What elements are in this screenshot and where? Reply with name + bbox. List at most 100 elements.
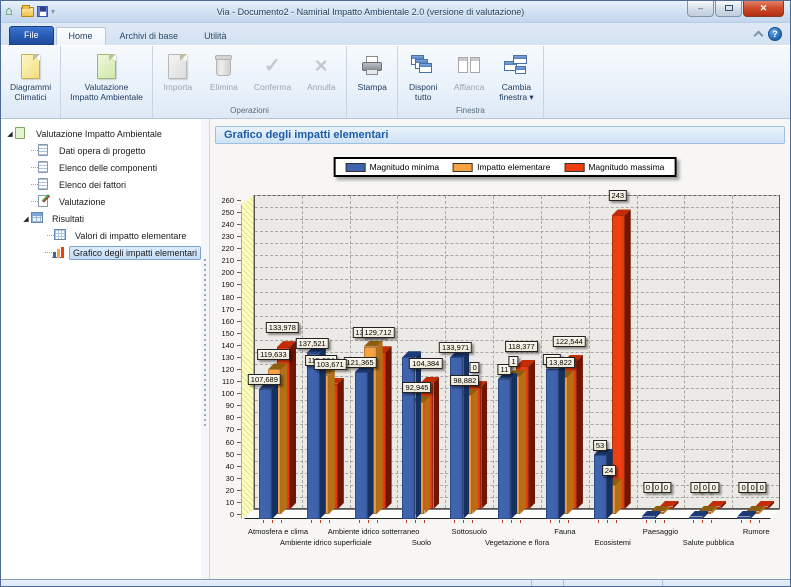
y-axis-tick — [237, 272, 241, 273]
y-axis-tick — [237, 309, 241, 310]
button-label: Disponi tutto — [409, 82, 437, 102]
sidebar-item-risultati[interactable]: ◢Risultati — [1, 210, 201, 227]
chevron-up-icon[interactable] — [754, 31, 764, 41]
y-axis-tick — [237, 442, 241, 443]
bar-side-face — [529, 360, 535, 509]
tree-item-label: Grafico degli impatti elementari — [69, 246, 201, 260]
x-axis-tick — [359, 520, 360, 523]
maximize-button[interactable] — [715, 0, 742, 17]
gridline — [255, 352, 779, 353]
y-axis-label: 50 — [212, 450, 234, 459]
bar-value-label: 122,544 — [553, 336, 586, 347]
bar-side-face — [290, 341, 296, 509]
x-axis-label-suolo: Suolo — [412, 538, 431, 547]
sidebar-item-valutazione[interactable]: Valutazione — [1, 193, 201, 210]
y-axis-label: 10 — [212, 498, 234, 507]
x-axis-tick — [568, 520, 569, 523]
bar-magnitudo-minima — [737, 517, 750, 520]
bar-side-face — [577, 355, 583, 509]
bar-value-label: 0 — [661, 482, 671, 493]
tree-doc — [38, 144, 48, 156]
tree-doc-green — [15, 127, 25, 139]
disponi-tutto-button[interactable]: Disponi tutto — [401, 49, 445, 103]
y-axis-label: 90 — [212, 401, 234, 410]
main-area: ◢Valutazione Impatto AmbientaleDati oper… — [1, 119, 790, 579]
document-icon — [38, 161, 51, 174]
sidebar-item-valori-di-impatto-elementare[interactable]: Valori di impatto elementare — [1, 227, 201, 244]
valutazione-impatto-ambientale-button[interactable]: Valutazione Impatto Ambientale — [64, 49, 149, 103]
document-green-glyph — [97, 54, 116, 79]
y-axis-tick — [237, 405, 241, 406]
window-title: Via - Documento2 - Namirial Impatto Ambi… — [55, 7, 686, 17]
tile-windows-glyph — [457, 55, 481, 77]
tree-item-label: Risultati — [48, 212, 88, 226]
sidebar-item-dati-opera-di-progetto[interactable]: Dati opera di progetto — [1, 142, 201, 159]
y-axis-label: 60 — [212, 438, 234, 447]
printer-icon — [361, 52, 383, 80]
panel-splitter[interactable] — [201, 119, 209, 579]
minimize-button[interactable]: – — [687, 0, 714, 17]
legend-label: Impatto elementare — [477, 162, 550, 172]
bar-magnitudo-minima — [498, 379, 511, 519]
y-axis-tick — [237, 248, 241, 249]
y-axis-label: 200 — [212, 268, 234, 277]
sidebar-item-elenco-delle-componenti[interactable]: Elenco delle componenti — [1, 159, 201, 176]
save-icon[interactable] — [37, 6, 48, 17]
status-client: Codice cliente: ...... — [563, 580, 662, 587]
bar-magnitudo-minima — [355, 372, 368, 519]
bar-magnitudo-minima — [259, 389, 272, 519]
sidebar-item-valutazione-impatto-ambientale[interactable]: ◢Valutazione Impatto Ambientale — [1, 125, 201, 142]
printer-glyph — [361, 56, 383, 76]
chart-legend: Magnitudo minima Impatto elementare Magnit… — [334, 157, 677, 177]
affianca-button: Affianca — [447, 49, 491, 93]
sidebar-item-grafico-degli-impatti-elementari[interactable]: Grafico degli impatti elementari — [1, 244, 201, 261]
tree-item-label: Valutazione — [55, 195, 109, 209]
close-button[interactable]: ✕ — [743, 0, 784, 17]
bar-side-face — [338, 378, 344, 509]
tree-bar-chart — [52, 246, 64, 258]
status-save — [531, 580, 563, 587]
bar-side-face — [320, 347, 326, 519]
ribbon: Diagrammi ClimaticiValutazione Impatto A… — [1, 45, 790, 119]
home-icon[interactable]: ⌂ — [5, 6, 18, 17]
tree-guide-line — [31, 150, 38, 151]
gridline — [589, 196, 590, 508]
bar-value-label: 118,377 — [505, 341, 538, 352]
tab-utilit[interactable]: Utilità — [192, 28, 239, 45]
cambia-finestra-button[interactable]: Cambia finestra ▾ — [493, 49, 540, 103]
trash-icon — [216, 52, 231, 80]
annulla-button: ×Annulla — [299, 49, 343, 93]
open-folder-icon[interactable] — [21, 7, 34, 17]
legend-label: Magnitudo massima — [588, 162, 664, 172]
tab-archivi-di-base[interactable]: Archivi di base — [108, 28, 191, 45]
sidebar-item-elenco-dei-fattori[interactable]: Elenco dei fattori — [1, 176, 201, 193]
x-axis-tick — [607, 520, 608, 523]
help-icon[interactable]: ? — [768, 27, 782, 41]
x-axis-tick — [263, 520, 264, 523]
bar-value-label: 107,689 — [248, 374, 281, 385]
y-axis-tick — [237, 260, 241, 261]
grid-icon — [54, 229, 67, 242]
ribbon-group-finestra: Disponi tuttoAffiancaCambia finestra ▾Fi… — [398, 46, 544, 118]
y-axis-label: 230 — [212, 232, 234, 241]
legend-label: Magnitudo minima — [370, 162, 439, 172]
legend-item-magnitudo-massima: Magnitudo massima — [564, 162, 664, 172]
x-axis-tick — [550, 520, 551, 523]
bar-side-face — [520, 370, 526, 514]
bar-value-label: 24 — [602, 465, 616, 476]
ribbon-group-label: Operazioni — [155, 105, 344, 118]
ribbon-group-label — [349, 105, 395, 118]
table-icon — [31, 212, 44, 225]
x-axis-tick — [750, 520, 751, 523]
button-label: Conferma — [254, 82, 291, 92]
tab-home[interactable]: Home — [56, 27, 106, 45]
bar-value-label: 133,971 — [439, 342, 472, 353]
x-axis-label-salute-pubblica: Salute pubblica — [683, 538, 734, 547]
diagrammi-climatici-button[interactable]: Diagrammi Climatici — [4, 49, 57, 103]
ribbon-group-buttons: Diagrammi Climatici — [3, 48, 58, 105]
stampa-button[interactable]: Stampa — [350, 49, 394, 93]
y-axis-label: 40 — [212, 462, 234, 471]
tab-file[interactable]: File — [9, 26, 54, 45]
x-axis-tick — [511, 520, 512, 523]
x-axis-label-rumore: Rumore — [743, 527, 770, 536]
